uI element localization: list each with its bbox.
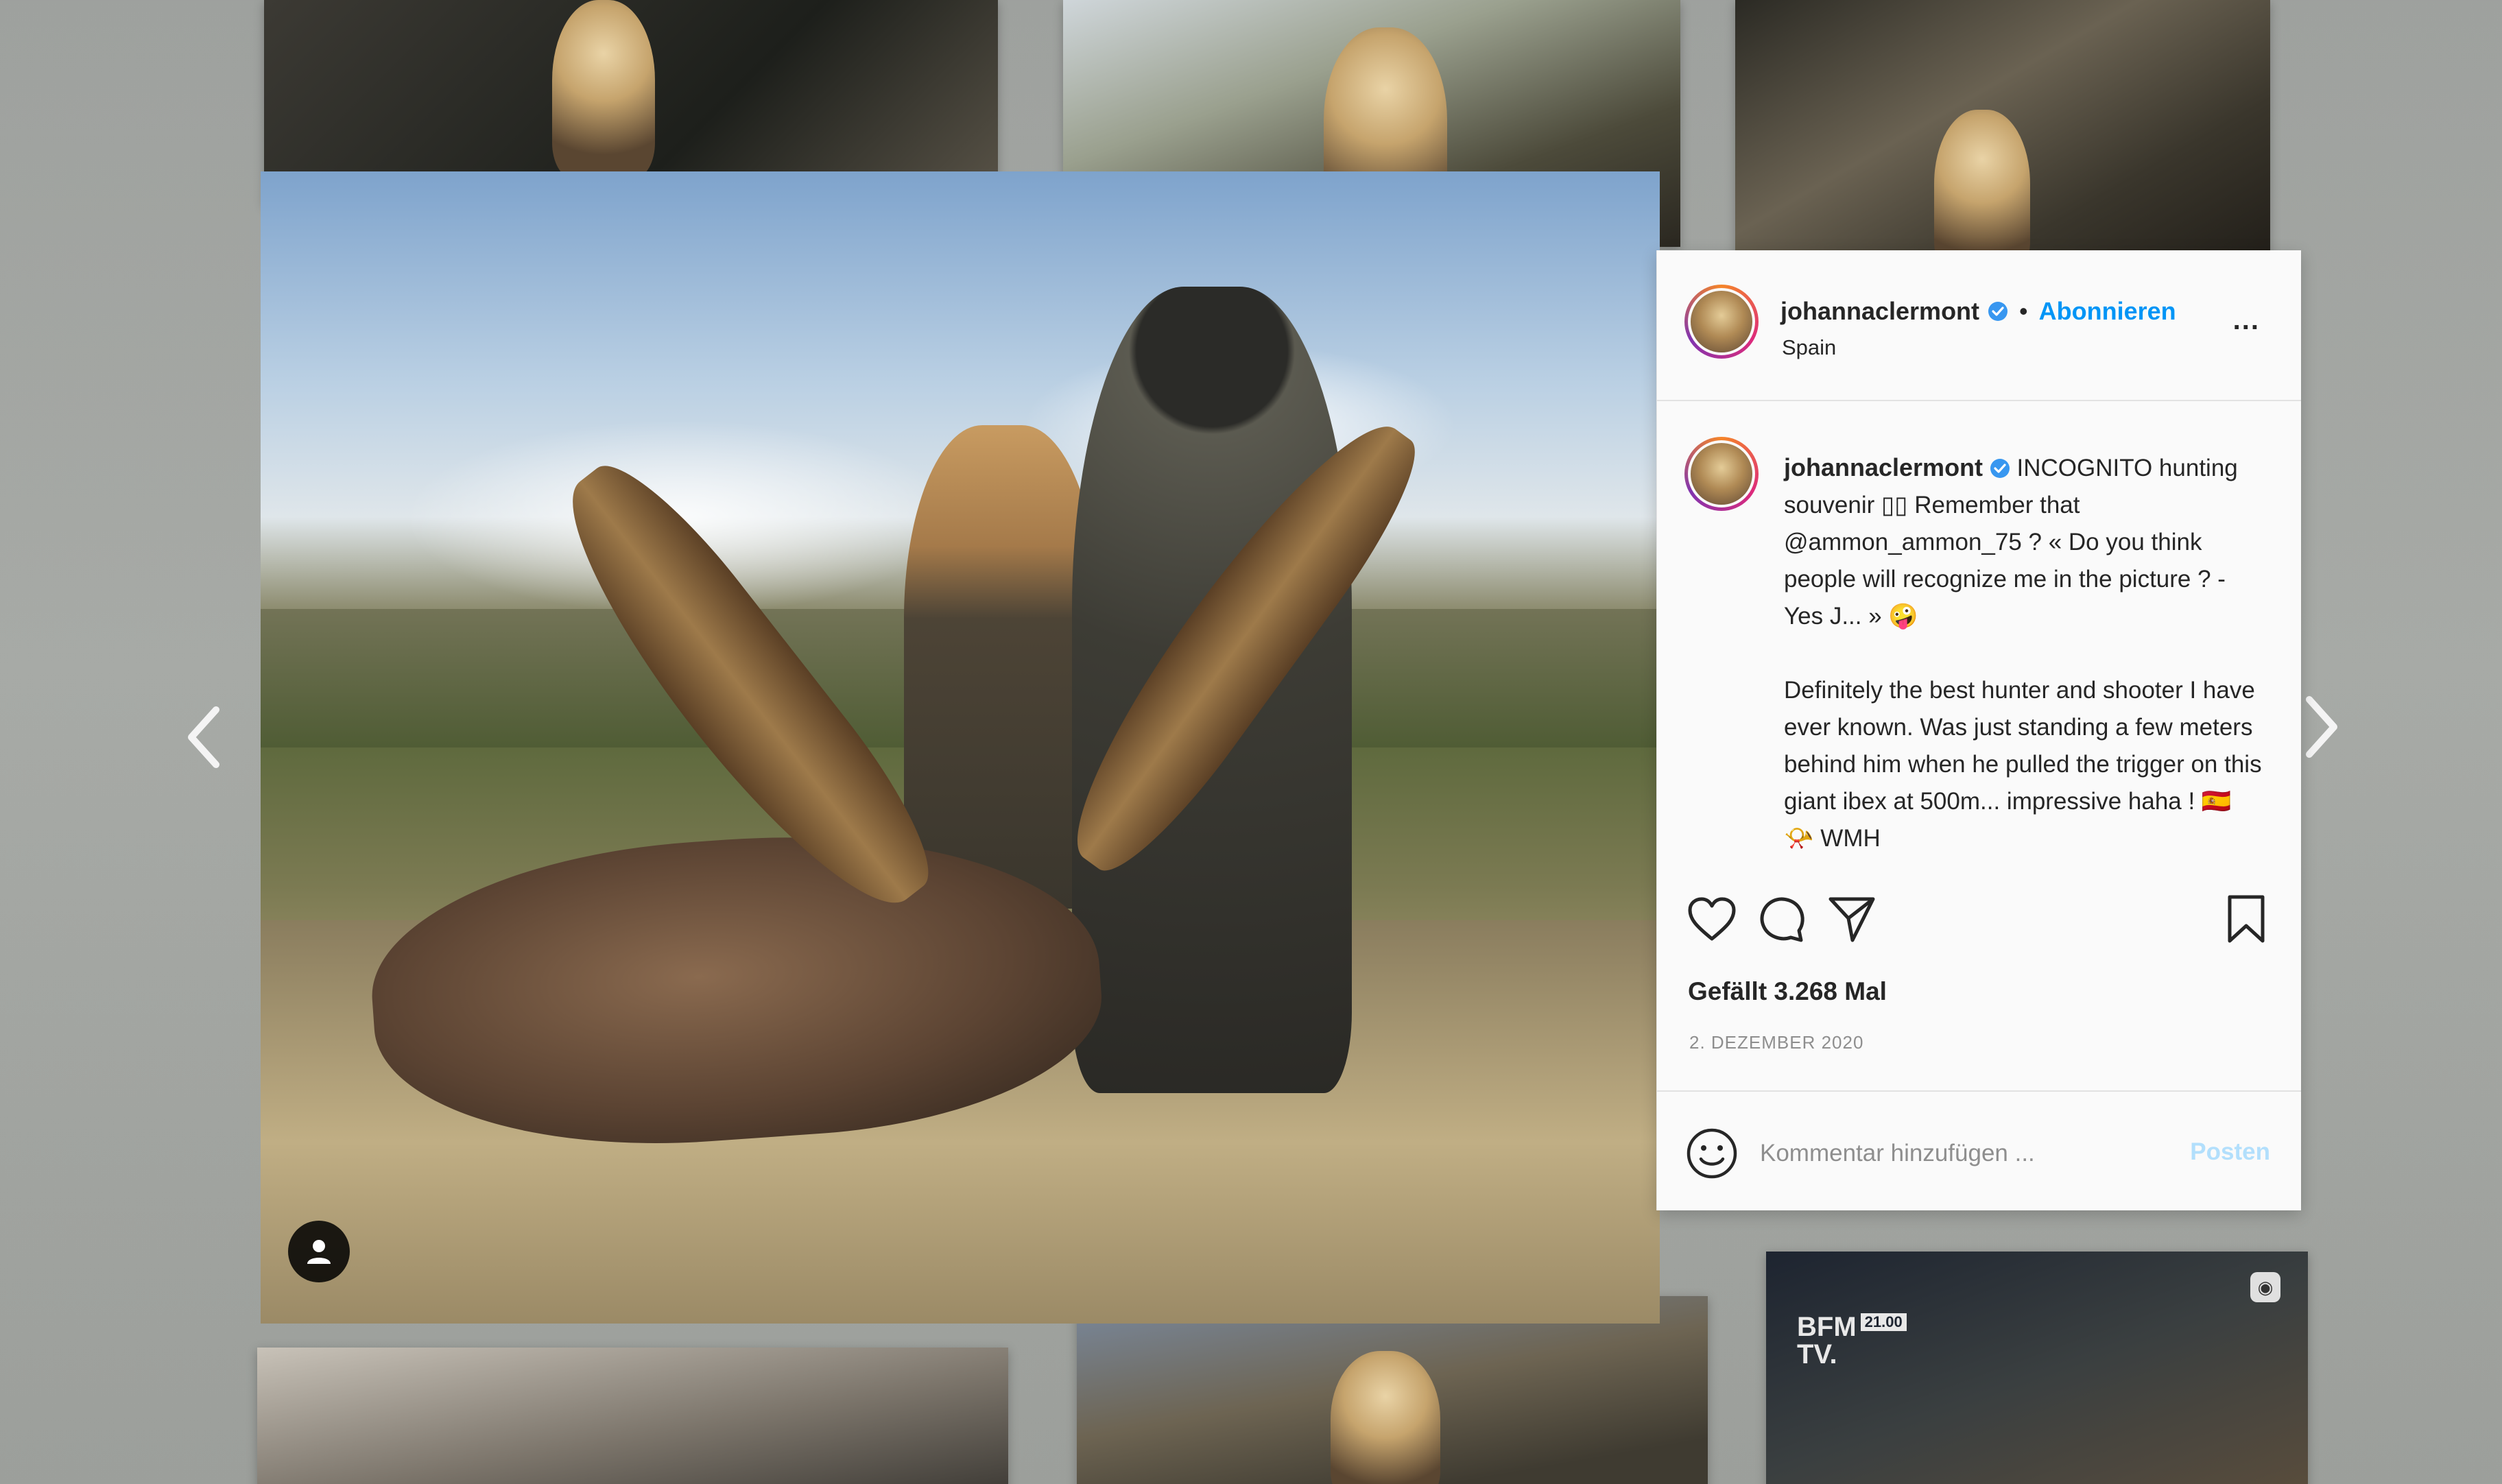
grid-post-thumbnail[interactable] <box>257 1348 1008 1484</box>
next-post-button[interactable] <box>2298 689 2346 765</box>
post-date[interactable]: 2. DEZEMBER 2020 <box>1689 1032 1863 1053</box>
post-location[interactable]: Spain <box>1782 335 1836 360</box>
heart-icon <box>1688 897 1736 941</box>
post-photo[interactable] <box>261 171 1660 1324</box>
thumbnail-person <box>1934 110 2030 274</box>
previous-post-button[interactable] <box>180 699 228 775</box>
comment-bubble-icon <box>1760 897 1804 942</box>
chevron-left-icon <box>188 706 219 768</box>
post-detail-panel: johannaclermont • Abonnieren Spain ... j… <box>1656 250 2301 1210</box>
likes-count[interactable]: Gefällt 3.268 Mal <box>1688 977 1887 1006</box>
header-user-row: johannaclermont • Abonnieren <box>1780 297 2176 326</box>
grid-post-thumbnail[interactable]: BFM 21.00 TV. ◉ <box>1766 1252 2308 1484</box>
caption-text: johannaclermont INCOGNITO hunting souven… <box>1784 449 2264 857</box>
photo-person-left <box>904 424 1100 909</box>
separator-dot: • <box>2019 297 2028 325</box>
follow-button[interactable]: Abonnieren <box>2039 297 2176 326</box>
bfm-tv-logo: BFM 21.00 TV. <box>1797 1313 1907 1368</box>
header-username[interactable]: johannaclermont <box>1780 297 1979 326</box>
video-camera-icon: ◉ <box>2250 1272 2280 1302</box>
save-button[interactable] <box>2219 891 2274 946</box>
verified-badge-icon <box>1988 302 2008 321</box>
thumbnail-person <box>552 0 655 178</box>
emoji-button[interactable] <box>1684 1126 1739 1181</box>
user-tag-icon <box>307 1240 331 1264</box>
like-button[interactable] <box>1684 891 1739 946</box>
more-options-button[interactable]: ... <box>2233 305 2260 336</box>
post-comment-button[interactable]: Posten <box>2190 1138 2270 1166</box>
caption-username[interactable]: johannaclermont <box>1784 453 1983 481</box>
avatar-image <box>1688 440 1755 507</box>
chevron-right-icon <box>2306 696 2337 758</box>
comment-bar: Posten <box>1657 1090 2301 1210</box>
bookmark-icon <box>2228 895 2265 943</box>
post-actions <box>1657 878 2301 960</box>
caption-paragraph-2: Definitely the best hunter and shooter I… <box>1784 677 2269 852</box>
post-caption: johannaclermont INCOGNITO hunting souven… <box>1657 403 2301 876</box>
share-button[interactable] <box>1824 891 1879 946</box>
avatar[interactable] <box>1684 285 1759 359</box>
grid-post-thumbnail[interactable] <box>1077 1296 1708 1484</box>
grid-post-thumbnail[interactable] <box>1735 0 2270 274</box>
avatar[interactable] <box>1684 437 1759 511</box>
comment-button[interactable] <box>1754 891 1809 946</box>
verified-badge-icon <box>1990 459 2010 478</box>
smiley-icon <box>1687 1128 1737 1179</box>
thumbnail-person <box>1331 1351 1440 1484</box>
post-header: johannaclermont • Abonnieren Spain ... <box>1657 250 2301 401</box>
comment-input[interactable] <box>1760 1126 2144 1181</box>
tagged-users-button[interactable] <box>288 1221 350 1282</box>
avatar-image <box>1688 288 1755 355</box>
paper-plane-icon <box>1828 897 1875 942</box>
